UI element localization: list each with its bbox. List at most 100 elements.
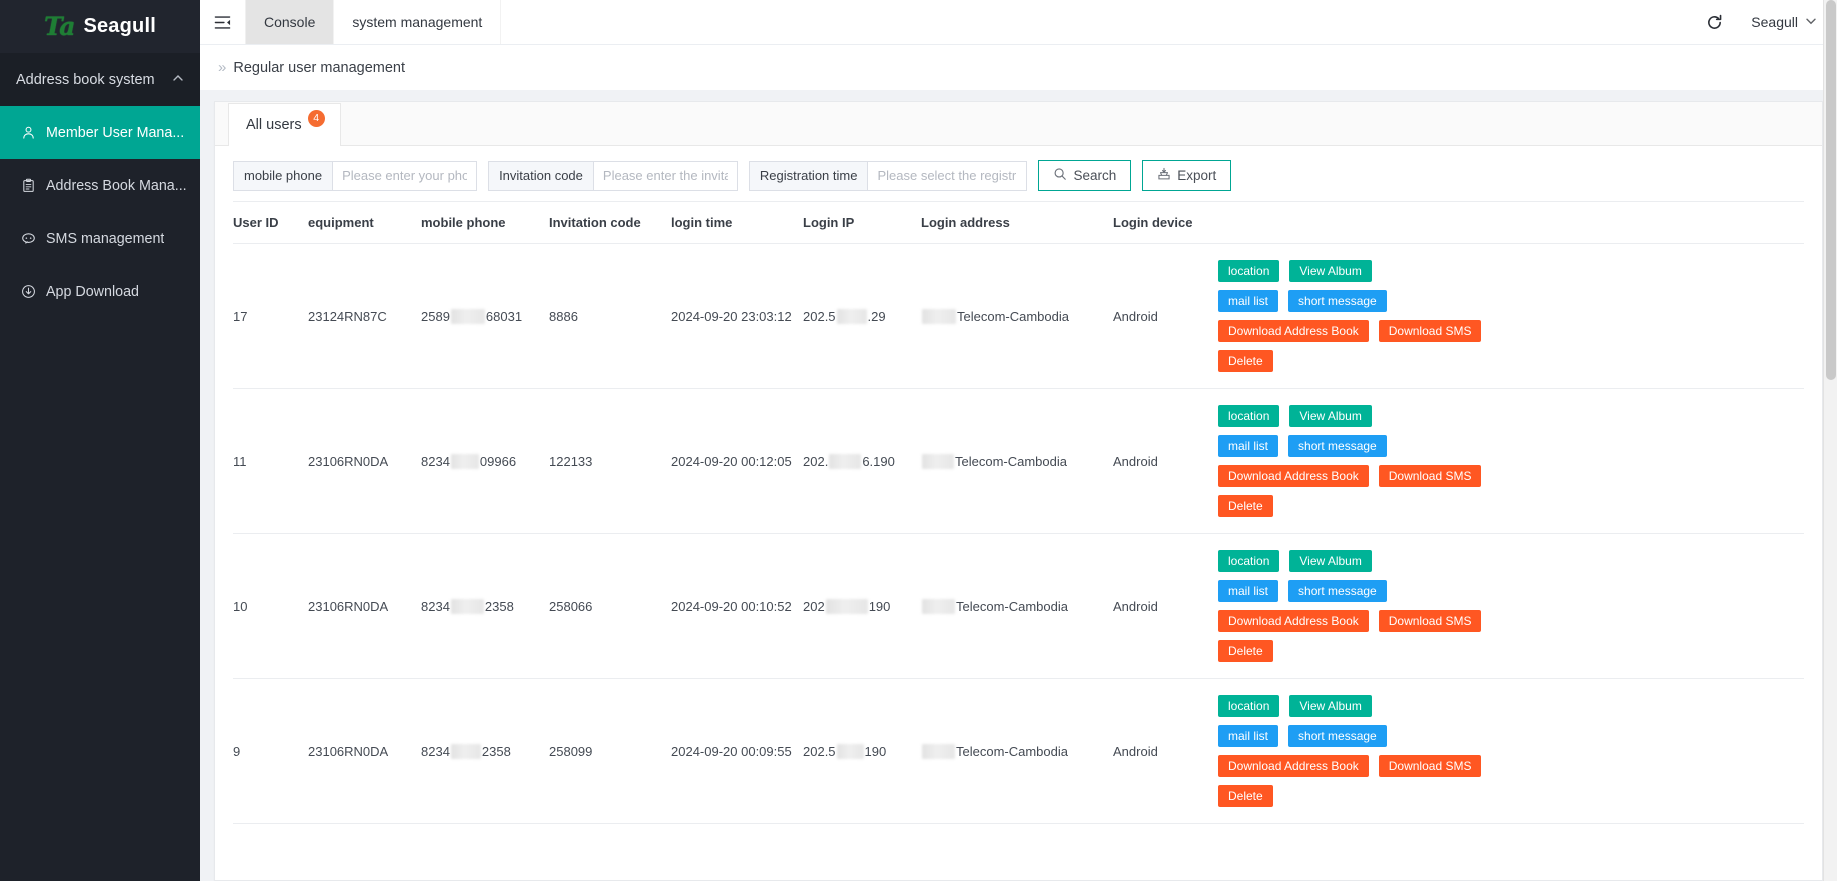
cell-login-time: 2024-09-20 00:09:55: [671, 678, 803, 824]
nav-tab-console[interactable]: Console: [246, 0, 335, 44]
mail-list-button[interactable]: mail list: [1218, 725, 1279, 747]
cell-login-device: Android: [1113, 678, 1218, 824]
sidebar-group-label: Address book system: [16, 71, 155, 88]
action-row: mail list short message: [1218, 435, 1800, 457]
action-row: Delete: [1218, 350, 1800, 372]
tab-all-users[interactable]: All users 4: [228, 103, 341, 146]
mail-list-button[interactable]: mail list: [1218, 290, 1279, 312]
search-button-label: Search: [1073, 168, 1117, 183]
search-icon: [1053, 167, 1067, 184]
redacted-text: [922, 743, 955, 759]
sidebar-item-label: Address Book Mana...: [46, 177, 187, 194]
cell-mobile-phone: 2589 68031: [421, 243, 549, 389]
mail-list-button[interactable]: mail list: [1218, 580, 1279, 602]
page-scrollbar[interactable]: [1823, 0, 1837, 881]
logo-icon: Ta: [44, 12, 75, 41]
table-row: 17 23124RN87C 2589 68031 8886 2024-09-20 23:0…: [233, 243, 1804, 389]
location-button[interactable]: location: [1218, 550, 1280, 572]
filter-invitation-code: Invitation code: [488, 160, 738, 191]
brand-logo[interactable]: Ta Seagull: [0, 0, 200, 53]
mobile-phone-input[interactable]: [332, 160, 478, 191]
users-table: User ID equipment mobile phone Invitatio…: [233, 201, 1804, 824]
cell-equipment: 23124RN87C: [308, 243, 421, 389]
download-address-book-button[interactable]: Download Address Book: [1218, 465, 1369, 487]
redacted-text: [922, 453, 954, 469]
cell-login-address: Telecom-Cambodia: [921, 678, 1113, 824]
cell-login-ip: 202.5.29: [803, 243, 921, 389]
view-album-button[interactable]: View Album: [1289, 405, 1372, 427]
row-action-group: location View Album mail list short message…: [1218, 544, 1800, 668]
cell-invitation-code: 258099: [549, 678, 671, 824]
cell-mobile-phone: 8234 2358: [421, 533, 549, 679]
sidebar-item-address-book-management[interactable]: Address Book Mana...: [0, 159, 200, 212]
chevron-up-icon: [172, 72, 184, 87]
cell-login-ip: 202 190: [803, 533, 921, 679]
action-row: Download Address Book Download SMS: [1218, 320, 1800, 342]
cell-actions: location View Album mail list short message…: [1218, 678, 1804, 824]
delete-button[interactable]: Delete: [1218, 350, 1273, 372]
user-name: Seagull: [1751, 14, 1798, 30]
mail-list-button[interactable]: mail list: [1218, 435, 1279, 457]
download-address-book-button[interactable]: Download Address Book: [1218, 755, 1369, 777]
page-scrollbar-thumb[interactable]: [1826, 0, 1836, 380]
row-action-group: location View Album mail list short message…: [1218, 254, 1800, 378]
delete-button[interactable]: Delete: [1218, 495, 1273, 517]
view-album-button[interactable]: View Album: [1289, 260, 1372, 282]
cell-actions: location View Album mail list short message…: [1218, 243, 1804, 389]
cell-login-ip: 202.5 190: [803, 678, 921, 824]
cell-actions: location View Album mail list short message…: [1218, 388, 1804, 534]
sidebar-item-app-download[interactable]: App Download: [0, 265, 200, 318]
action-row: Download Address Book Download SMS: [1218, 755, 1800, 777]
export-button[interactable]: Export: [1142, 160, 1232, 191]
refresh-icon[interactable]: [1706, 14, 1723, 31]
short-message-button[interactable]: short message: [1288, 435, 1387, 457]
action-row: Download Address Book Download SMS: [1218, 465, 1800, 487]
sidebar-group-address-book-system[interactable]: Address book system: [0, 53, 200, 106]
nav-tab-system-management[interactable]: system management: [334, 0, 502, 44]
delete-button[interactable]: Delete: [1218, 785, 1273, 807]
table-body: 17 23124RN87C 2589 68031 8886 2024-09-20 23:0…: [233, 243, 1804, 824]
registration-time-input[interactable]: [867, 160, 1028, 191]
menu-collapse-icon[interactable]: [200, 0, 246, 44]
invitation-code-input[interactable]: [592, 160, 738, 191]
redacted-text: [836, 308, 867, 324]
tab-badge-count: 4: [307, 109, 325, 127]
redacted-text: [450, 598, 484, 614]
download-address-book-button[interactable]: Download Address Book: [1218, 610, 1369, 632]
users-table-wrapper: User ID equipment mobile phone Invitatio…: [215, 201, 1822, 880]
location-button[interactable]: location: [1218, 260, 1280, 282]
location-button[interactable]: location: [1218, 695, 1280, 717]
chevron-down-icon: [1805, 15, 1817, 30]
sidebar-item-sms-management[interactable]: SMS management: [0, 212, 200, 265]
download-sms-button[interactable]: Download SMS: [1378, 320, 1482, 342]
user-menu[interactable]: Seagull: [1751, 14, 1817, 30]
short-message-button[interactable]: short message: [1288, 290, 1387, 312]
cell-invitation-code: 122133: [549, 388, 671, 534]
download-sms-button[interactable]: Download SMS: [1378, 755, 1482, 777]
location-button[interactable]: location: [1218, 405, 1280, 427]
user-icon: [20, 125, 36, 141]
delete-button[interactable]: Delete: [1218, 640, 1273, 662]
tab-label: All users: [246, 117, 302, 133]
view-album-button[interactable]: View Album: [1289, 695, 1372, 717]
view-album-button[interactable]: View Album: [1289, 550, 1372, 572]
app-root: Ta Seagull Address book system Member Us…: [0, 0, 1837, 881]
action-row: location View Album: [1218, 260, 1800, 282]
download-address-book-button[interactable]: Download Address Book: [1218, 320, 1369, 342]
sidebar-menu: Member User Mana... Address Book Mana...…: [0, 106, 200, 318]
search-button[interactable]: Search: [1038, 160, 1132, 191]
short-message-button[interactable]: short message: [1288, 725, 1387, 747]
cell-login-time: 2024-09-20 23:03:12: [671, 243, 803, 389]
filter-mobile-phone-label: mobile phone: [233, 160, 333, 191]
sidebar-item-member-user-management[interactable]: Member User Mana...: [0, 106, 200, 159]
table-header-row: User ID equipment mobile phone Invitatio…: [233, 201, 1804, 244]
download-sms-button[interactable]: Download SMS: [1378, 465, 1482, 487]
action-row: location View Album: [1218, 405, 1800, 427]
col-equipment: equipment: [308, 201, 421, 244]
breadcrumb-current: Regular user management: [233, 59, 406, 76]
filter-registration-time-label: Registration time: [748, 160, 868, 191]
download-sms-button[interactable]: Download SMS: [1378, 610, 1482, 632]
action-row: Delete: [1218, 640, 1800, 662]
action-row: Delete: [1218, 495, 1800, 517]
short-message-button[interactable]: short message: [1288, 580, 1387, 602]
